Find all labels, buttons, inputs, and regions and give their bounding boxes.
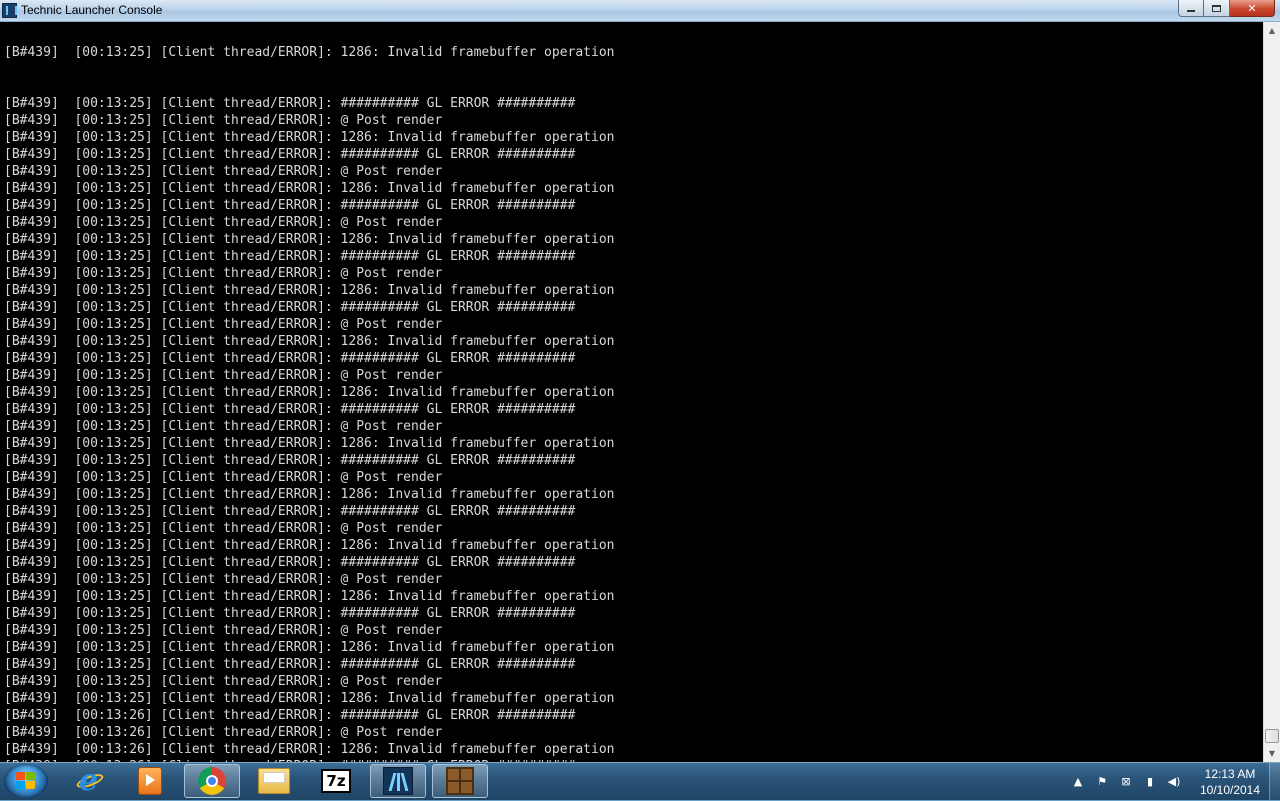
console-line: [B#439] [00:13:25] [Client thread/ERROR]…	[4, 215, 443, 230]
show-desktop-button[interactable]	[1269, 763, 1280, 800]
console-line: [B#439] [00:13:25] [Client thread/ERROR]…	[4, 113, 443, 128]
console-line: [B#439] [00:13:25] [Client thread/ERROR]…	[4, 640, 615, 655]
taskbar-media-button[interactable]	[122, 764, 178, 798]
technic-app-icon[interactable]	[2, 3, 17, 18]
taskbar-minecraft-button[interactable]	[432, 764, 488, 798]
console-line: [B#439] [00:13:25] [Client thread/ERROR]…	[4, 317, 443, 332]
taskbar: e 7z ▲ ⚑ ⊠ ▮ ◀) 12:13 AM 10/10/2014	[0, 762, 1280, 800]
console-line: [B#439] [00:13:26] [Client thread/ERROR]…	[4, 708, 576, 723]
action-center-flag-icon[interactable]: ⚑	[1094, 774, 1110, 790]
scroll-thumb[interactable]	[1265, 729, 1279, 743]
console-line: [B#439] [00:13:25] [Client thread/ERROR]…	[4, 283, 615, 298]
clock-date: 10/10/2014	[1199, 783, 1261, 797]
console-line: [B#439] [00:13:25] [Client thread/ERROR]…	[4, 181, 615, 196]
volume-icon[interactable]: ◀)	[1166, 774, 1182, 790]
console-line: [B#439] [00:13:25] [Client thread/ERROR]…	[4, 691, 615, 706]
console-line: [B#439] [00:13:25] [Client thread/ERROR]…	[4, 606, 576, 621]
console-line: [B#439] [00:13:25] [Client thread/ERROR]…	[4, 351, 576, 366]
console-line: [B#439] [00:13:25] [Client thread/ERROR]…	[4, 147, 576, 162]
console-line: [B#439] [00:13:25] [Client thread/ERROR]…	[4, 623, 443, 638]
console-window: Technic Launcher Console ✕ [B#439] [00:1…	[0, 0, 1280, 762]
console-line: [B#439] [00:13:25] [Client thread/ERROR]…	[4, 249, 576, 264]
media-player-icon	[138, 767, 162, 795]
7zip-icon: 7z	[321, 769, 351, 793]
console-line-partial: [B#439] [00:13:25] [Client thread/ERROR]…	[4, 45, 615, 60]
close-button[interactable]: ✕	[1230, 0, 1275, 17]
restore-icon	[1212, 4, 1221, 12]
taskbar-7zip-button[interactable]: 7z	[308, 764, 364, 798]
console-lines: [B#439] [00:13:25] [Client thread/ERROR]…	[4, 22, 614, 762]
system-tray: ▲ ⚑ ⊠ ▮ ◀)	[1070, 763, 1190, 801]
console-line: [B#439] [00:13:25] [Client thread/ERROR]…	[4, 504, 576, 519]
close-icon: ✕	[1247, 1, 1257, 15]
windows-logo-icon	[16, 772, 36, 790]
clock-time: 12:13 AM	[1204, 767, 1256, 781]
network-signal-icon[interactable]: ▮	[1142, 774, 1158, 790]
console-line: [B#439] [00:13:25] [Client thread/ERROR]…	[4, 521, 443, 536]
start-button[interactable]	[4, 764, 48, 798]
console-line: [B#439] [00:13:25] [Client thread/ERROR]…	[4, 555, 576, 570]
console-line: [B#439] [00:13:25] [Client thread/ERROR]…	[4, 419, 443, 434]
vertical-scrollbar[interactable]: ▲ ▼	[1263, 22, 1280, 762]
console-line: [B#439] [00:13:25] [Client thread/ERROR]…	[4, 538, 615, 553]
console-line: [B#439] [00:13:25] [Client thread/ERROR]…	[4, 657, 576, 672]
show-hidden-icons-arrow-icon[interactable]: ▲	[1070, 774, 1086, 790]
console-line: [B#439] [00:13:25] [Client thread/ERROR]…	[4, 300, 576, 315]
console-line: [B#439] [00:13:25] [Client thread/ERROR]…	[4, 164, 443, 179]
console-line: [B#439] [00:13:25] [Client thread/ERROR]…	[4, 96, 576, 111]
scroll-down-arrow-icon[interactable]: ▼	[1264, 745, 1280, 762]
minimize-button[interactable]	[1178, 0, 1204, 17]
console-line: [B#439] [00:13:26] [Client thread/ERROR]…	[4, 742, 615, 757]
console-line: [B#439] [00:13:25] [Client thread/ERROR]…	[4, 232, 615, 247]
console-line: [B#439] [00:13:25] [Client thread/ERROR]…	[4, 198, 576, 213]
title-bar[interactable]: Technic Launcher Console ✕	[0, 0, 1280, 22]
console-line: [B#439] [00:13:25] [Client thread/ERROR]…	[4, 402, 576, 417]
security-alert-icon[interactable]: ⊠	[1118, 774, 1134, 790]
minimize-icon	[1187, 10, 1195, 12]
taskbar-chrome-button[interactable]	[184, 764, 240, 798]
console-line: [B#439] [00:13:25] [Client thread/ERROR]…	[4, 470, 443, 485]
console-line: [B#439] [00:13:25] [Client thread/ERROR]…	[4, 572, 443, 587]
maximize-button[interactable]	[1204, 0, 1230, 17]
console-line: [B#439] [00:13:25] [Client thread/ERROR]…	[4, 453, 576, 468]
console-line: [B#439] [00:13:25] [Client thread/ERROR]…	[4, 130, 615, 145]
console-line: [B#439] [00:13:25] [Client thread/ERROR]…	[4, 266, 443, 281]
console-line: [B#439] [00:13:25] [Client thread/ERROR]…	[4, 674, 443, 689]
console-line: [B#439] [00:13:25] [Client thread/ERROR]…	[4, 368, 443, 383]
chrome-icon	[198, 767, 226, 795]
caption-buttons: ✕	[1178, 0, 1275, 18]
taskbar-technic-button[interactable]	[370, 764, 426, 798]
scroll-up-arrow-icon[interactable]: ▲	[1264, 22, 1280, 39]
console-line: [B#439] [00:13:25] [Client thread/ERROR]…	[4, 589, 615, 604]
console-line: [B#439] [00:13:25] [Client thread/ERROR]…	[4, 385, 615, 400]
internet-explorer-icon: e	[75, 766, 105, 796]
taskbar-explorer-button[interactable]	[246, 764, 302, 798]
console-output[interactable]: [B#439] [00:13:25] [Client thread/ERROR]…	[0, 22, 1263, 762]
console-line: [B#439] [00:13:25] [Client thread/ERROR]…	[4, 487, 615, 502]
minecraft-icon	[446, 767, 474, 795]
technic-launcher-icon	[383, 767, 413, 795]
console-line: [B#439] [00:13:26] [Client thread/ERROR]…	[4, 725, 443, 740]
console-line: [B#439] [00:13:25] [Client thread/ERROR]…	[4, 436, 615, 451]
taskbar-clock[interactable]: 12:13 AM 10/10/2014	[1190, 766, 1270, 798]
window-title: Technic Launcher Console	[21, 3, 163, 17]
file-explorer-icon	[258, 768, 290, 794]
taskbar-ie-button[interactable]: e	[62, 764, 118, 798]
console-line: [B#439] [00:13:25] [Client thread/ERROR]…	[4, 334, 615, 349]
